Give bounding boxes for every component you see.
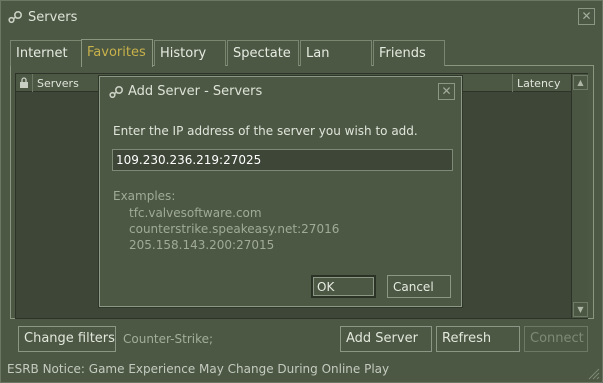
- tab-favorites[interactable]: Favorites: [81, 39, 153, 67]
- window-title: Servers: [28, 10, 78, 25]
- scroll-up-button[interactable]: ▲: [573, 75, 588, 90]
- tab-lan[interactable]: Lan: [300, 40, 372, 66]
- latency-column-header[interactable]: Latency: [513, 74, 571, 92]
- tab-history[interactable]: History: [154, 40, 226, 66]
- window-close-button[interactable]: ✕: [578, 8, 595, 25]
- connect-button[interactable]: Connect: [524, 326, 588, 352]
- list-scrollbar[interactable]: ▲ ▼: [571, 74, 588, 318]
- scroll-down-button[interactable]: ▼: [573, 302, 588, 317]
- lock-icon: [20, 77, 28, 88]
- examples-label: Examples:: [113, 189, 176, 203]
- steam-icon: [8, 10, 23, 24]
- server-address-input[interactable]: [112, 149, 453, 171]
- dialog-close-button[interactable]: ✕: [438, 83, 455, 100]
- title-bar[interactable]: Servers ✕: [1, 1, 602, 33]
- dialog-title: Add Server - Servers: [128, 84, 263, 99]
- lock-column-header[interactable]: [16, 74, 33, 92]
- tab-internet[interactable]: Internet: [10, 40, 82, 66]
- example-item: tfc.valvesoftware.com: [129, 206, 262, 220]
- add-server-dialog: Add Server - Servers ✕ Enter the IP addr…: [99, 76, 462, 307]
- servers-window: Servers ✕ Internet Favorites History Spe…: [0, 0, 603, 383]
- cancel-button[interactable]: Cancel: [387, 275, 451, 298]
- dialog-prompt: Enter the IP address of the server you w…: [113, 124, 418, 138]
- add-server-button[interactable]: Add Server: [340, 326, 432, 352]
- change-filters-button[interactable]: Change filters: [18, 326, 116, 352]
- steam-icon: [109, 85, 124, 99]
- example-item: 205.158.143.200:27015: [129, 238, 275, 252]
- tab-spectate[interactable]: Spectate: [227, 40, 299, 66]
- status-bar-text: ESRB Notice: Game Experience May Change …: [7, 362, 390, 376]
- resize-grip-icon[interactable]: [587, 367, 600, 380]
- refresh-button[interactable]: Refresh: [436, 326, 520, 352]
- example-item: counterstrike.speakeasy.net:27016: [129, 222, 340, 236]
- tab-friends[interactable]: Friends: [373, 40, 445, 66]
- filter-summary: Counter-Strike;: [123, 332, 214, 346]
- ok-button[interactable]: OK: [311, 275, 376, 298]
